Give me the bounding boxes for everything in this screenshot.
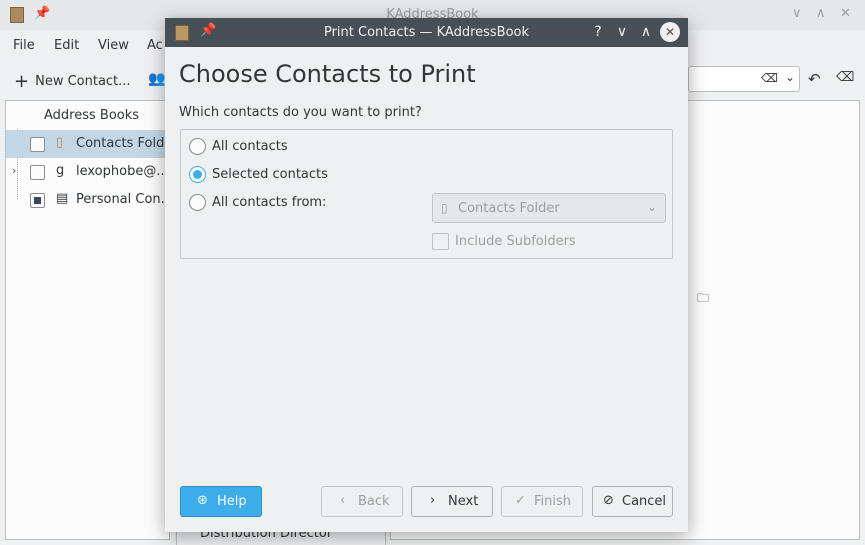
back-button-label: Back xyxy=(358,494,390,509)
tree-item-label: lexophobe@... xyxy=(76,164,169,179)
maximize-icon[interactable]: ∧ xyxy=(636,22,656,42)
maximize-icon[interactable]: ∧ xyxy=(816,6,826,21)
menu-edit[interactable]: Edit xyxy=(54,38,79,53)
help-icon[interactable]: ? xyxy=(588,22,608,42)
new-contact-label: New Contact... xyxy=(35,74,131,89)
chevron-left-icon: ‹ xyxy=(340,493,346,508)
close-icon[interactable]: ✕ xyxy=(840,6,851,21)
menu-action[interactable]: Ac xyxy=(147,38,163,53)
radio-label: All contacts xyxy=(212,139,288,154)
back-button[interactable]: ‹ Back xyxy=(321,486,403,517)
address-books-header: Address Books xyxy=(44,108,140,123)
next-button[interactable]: › Next xyxy=(411,486,493,517)
folder-icon: 🗀 xyxy=(697,291,710,305)
lifebuoy-icon: ⊛ xyxy=(197,493,208,508)
include-subfolders-label: Include Subfolders xyxy=(455,234,576,249)
question-label: Which contacts do you want to print? xyxy=(179,105,422,120)
cancel-button[interactable]: ⊘ Cancel xyxy=(592,486,673,517)
help-button-label: Help xyxy=(217,494,247,509)
tree-checkbox[interactable] xyxy=(30,165,45,180)
new-group-icon[interactable]: 👥 xyxy=(148,71,165,87)
minimize-icon[interactable]: ∨ xyxy=(792,6,802,21)
finish-button[interactable]: ✓ Finish xyxy=(501,486,583,517)
search-input[interactable]: ⌫ ⌄ xyxy=(688,66,800,92)
page-title: Choose Contacts to Print xyxy=(179,60,476,88)
finish-button-label: Finish xyxy=(534,494,572,509)
dialog-titlebar: 📌 Print Contacts — KAddressBook ? ∨ ∧ ✕ xyxy=(165,18,688,47)
dialog-title: Print Contacts — KAddressBook xyxy=(323,25,530,40)
checkmark-icon: ✓ xyxy=(515,493,526,508)
tree-checkbox[interactable] xyxy=(30,193,45,208)
address-book-icon: ▯ xyxy=(441,201,448,215)
address-books-panel: Address Books ▯ Contacts Fold... › g lex… xyxy=(5,100,177,540)
radio-label: Selected contacts xyxy=(212,167,328,182)
google-icon: g xyxy=(56,163,65,178)
tree-item-label: Contacts Fold... xyxy=(76,136,177,151)
chevron-down-icon[interactable]: ⌄ xyxy=(785,70,795,84)
radio-button[interactable] xyxy=(189,138,206,155)
print-contacts-dialog: 📌 Print Contacts — KAddressBook ? ∨ ∧ ✕ … xyxy=(165,18,688,532)
radio-button[interactable] xyxy=(189,166,206,183)
menu-view[interactable]: View xyxy=(98,38,129,53)
tree-checkbox[interactable] xyxy=(30,137,45,152)
menu-file[interactable]: File xyxy=(13,38,35,53)
help-button[interactable]: ⊛ Help xyxy=(180,486,262,517)
tree-item-google-account[interactable]: › g lexophobe@... xyxy=(6,158,171,186)
plus-icon: + xyxy=(14,71,30,92)
chevron-right-icon[interactable]: › xyxy=(12,164,16,177)
contacts-book-icon: ▤ xyxy=(56,191,69,206)
chevron-right-icon: › xyxy=(430,493,436,508)
cancel-icon: ⊘ xyxy=(603,493,614,508)
chevron-down-icon: ⌄ xyxy=(646,200,657,214)
new-contact-button[interactable]: + New Contact... xyxy=(14,71,131,92)
close-icon[interactable]: ✕ xyxy=(660,22,680,42)
radio-button[interactable] xyxy=(189,194,206,211)
include-subfolders-checkbox[interactable] xyxy=(432,233,449,250)
tree-item-personal-contacts[interactable]: ▤ Personal Con... xyxy=(6,186,174,214)
cancel-button-label: Cancel xyxy=(622,494,667,509)
folder-select-value: Contacts Folder xyxy=(458,201,560,216)
clear-search-icon[interactable]: ⌫ xyxy=(761,71,778,85)
contact-selection-group: All contacts Selected contacts All conta… xyxy=(180,129,673,259)
folder-select[interactable]: ▯ Contacts Folder ⌄ xyxy=(432,193,666,223)
undo-icon[interactable]: ↶ xyxy=(808,70,821,88)
tree-item-contacts-folder[interactable]: ▯ Contacts Fold... xyxy=(6,130,177,158)
next-button-label: Next xyxy=(448,494,479,509)
minimize-icon[interactable]: ∨ xyxy=(612,22,632,42)
clear-icon[interactable]: ⌫ xyxy=(836,70,854,85)
tree-item-label: Personal Con... xyxy=(76,192,174,207)
radio-label: All contacts from: xyxy=(212,195,327,210)
address-book-icon: ▯ xyxy=(56,135,64,150)
